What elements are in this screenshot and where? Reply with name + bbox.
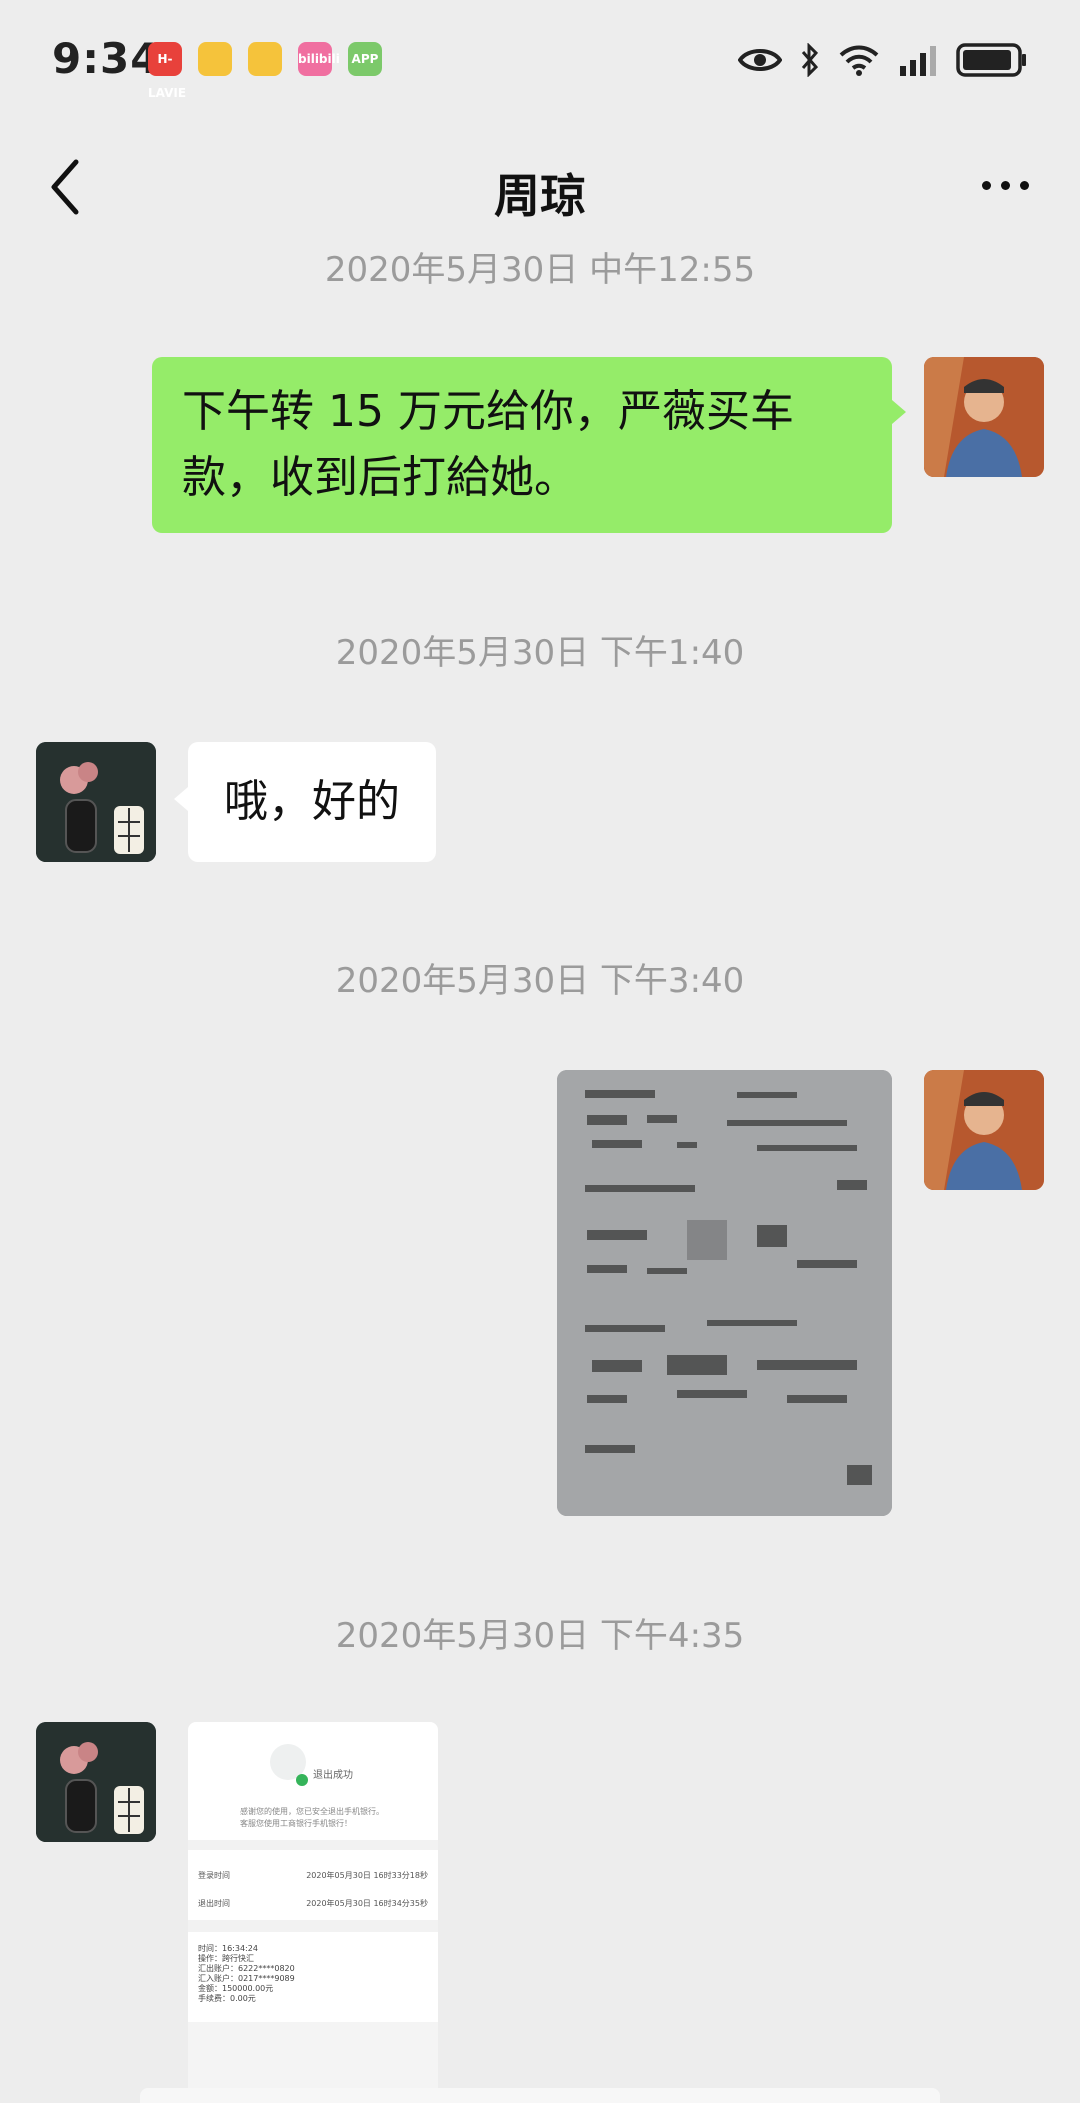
timestamp: 2020年5月30日 中午12:55 bbox=[324, 250, 756, 290]
timestamp: 2020年5月30日 下午3:40 bbox=[335, 961, 745, 1001]
contact-avatar[interactable] bbox=[36, 742, 156, 862]
my-avatar[interactable] bbox=[924, 357, 1044, 477]
wifi-icon bbox=[839, 45, 879, 76]
eye-icon bbox=[738, 49, 782, 71]
image-message-document[interactable] bbox=[557, 1070, 892, 1516]
bluetooth-icon bbox=[801, 43, 819, 77]
battery-icon bbox=[956, 43, 1026, 77]
my-avatar[interactable] bbox=[924, 1070, 1044, 1190]
more-button[interactable] bbox=[970, 160, 1040, 210]
receipt-details: 时间：16:34:24 操作：跨行快汇 汇出账户：6222****0820 汇入… bbox=[198, 1944, 295, 2003]
timestamp: 2020年5月30日 下午1:40 bbox=[335, 633, 745, 673]
receipt-login-row: 登录时间 2020年05月30日 16时33分18秒 bbox=[198, 1871, 428, 1880]
receipt-notice: 客服您使用工商银行手机银行！ bbox=[240, 1819, 352, 1828]
timestamp: 2020年5月30日 下午4:35 bbox=[335, 1616, 745, 1656]
status-icons bbox=[738, 38, 1028, 82]
message-bubble-received[interactable]: 哦，好的 bbox=[188, 742, 436, 862]
message-text: 下午转 15 万元给你，严薇买车款，收到后打給她。 bbox=[182, 386, 794, 503]
more-icon bbox=[981, 180, 991, 190]
weibo-icon bbox=[248, 42, 282, 76]
status-bar: 9:34 H-LAVIE bilibili APP bbox=[0, 0, 1080, 120]
image-message-receipt[interactable]: 退出成功 感谢您的使用，您已安全退出手机银行。 客服您使用工商银行手机银行！ 登… bbox=[188, 1722, 438, 2103]
input-bar bbox=[140, 2088, 940, 2103]
app-notification-icon: H-LAVIE bbox=[148, 42, 186, 100]
receipt-heading: 退出成功 bbox=[313, 1770, 353, 1781]
chat-title: 周琼 bbox=[494, 169, 586, 223]
weibo-icon bbox=[198, 42, 232, 76]
receipt-notice: 感谢您的使用，您已安全退出手机银行。 bbox=[240, 1807, 384, 1816]
receipt-logout-row: 退出时间 2020年05月30日 16时34分35秒 bbox=[198, 1899, 428, 1908]
app-notification-icon: APP bbox=[348, 42, 382, 76]
message-text: 哦，好的 bbox=[224, 776, 400, 827]
blurred-document-image bbox=[557, 1070, 892, 1516]
message-bubble-sent[interactable]: 下午转 15 万元给你，严薇买车款，收到后打給她。 bbox=[152, 357, 892, 533]
bilibili-icon: bilibili bbox=[298, 42, 340, 76]
check-icon bbox=[296, 1774, 308, 1786]
status-time: 9:34 bbox=[52, 34, 161, 83]
contact-avatar[interactable] bbox=[36, 1722, 156, 1842]
signal-icon bbox=[900, 46, 936, 76]
chat-header: 周琼 bbox=[0, 140, 1080, 240]
